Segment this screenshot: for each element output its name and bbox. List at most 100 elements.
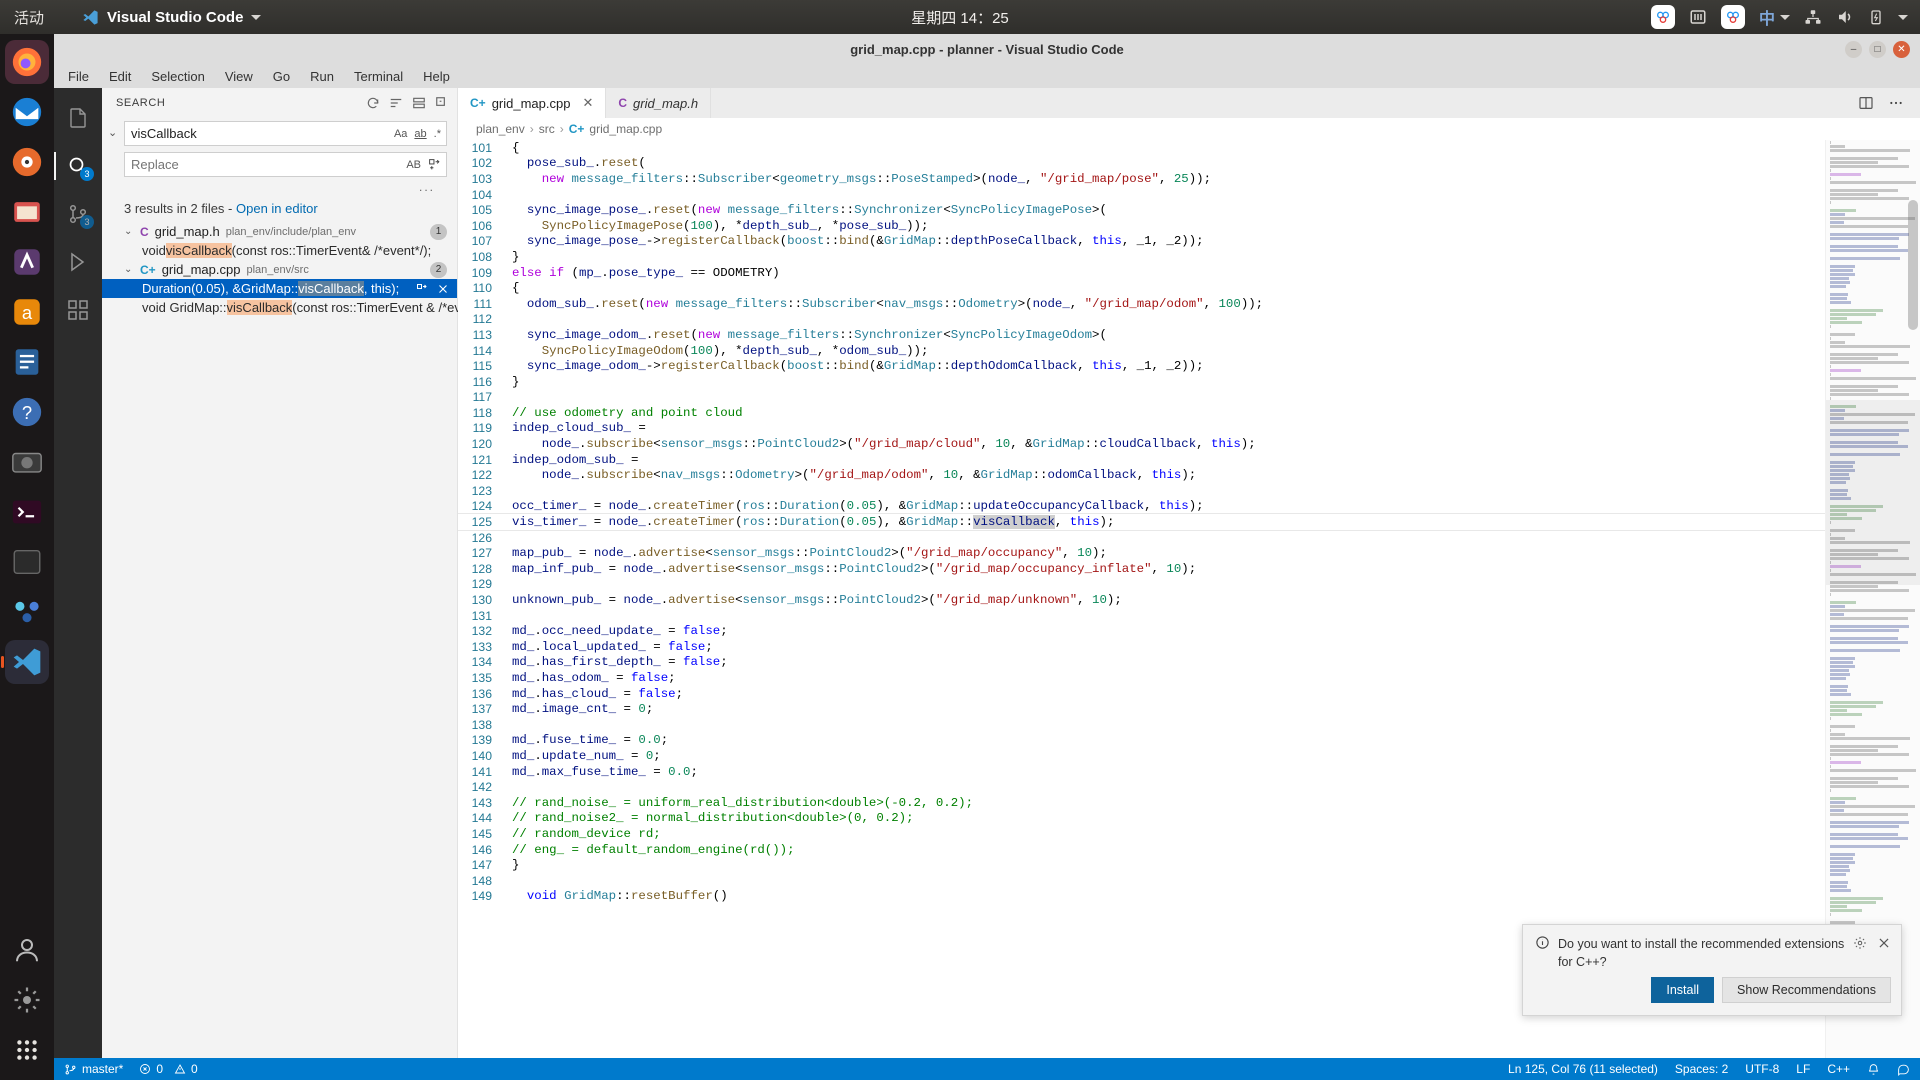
code-line[interactable]: 144 // rand_noise2_ = normal_distribution… — [458, 811, 1825, 827]
app-indicator-icon[interactable] — [1650, 5, 1675, 29]
bell-icon[interactable] — [1867, 1063, 1880, 1076]
code-line[interactable]: 123 — [458, 483, 1825, 499]
show-recommendations-button[interactable]: Show Recommendations — [1722, 977, 1891, 1003]
code-line[interactable]: 111 odom_sub_.reset(new message_filters:… — [458, 296, 1825, 312]
maximize-button[interactable]: □ — [1869, 40, 1886, 58]
activity-source-control[interactable]: 3 — [54, 190, 102, 238]
menu-go[interactable]: Go — [273, 69, 290, 84]
code-line[interactable]: 114 SyncPolicyImageOdom(100), *depth_sub… — [458, 343, 1825, 359]
dock-item-terminal[interactable] — [5, 490, 49, 534]
volume-icon[interactable] — [1836, 8, 1854, 26]
collapse-all-icon[interactable] — [435, 96, 449, 110]
dismiss-icon[interactable] — [437, 283, 449, 295]
tab-grid-map-cpp[interactable]: C+ grid_map.cpp ✕ — [458, 88, 607, 118]
code-line[interactable]: 125 vis_timer_ = node_.createTimer(ros::D… — [458, 513, 1825, 531]
code-line[interactable]: 106 SyncPolicyImagePose(100), *depth_sub… — [458, 218, 1825, 234]
preserve-case-icon[interactable]: AB — [406, 159, 421, 171]
status-branch[interactable]: master* — [64, 1062, 123, 1076]
code-line[interactable]: 119 indep_cloud_sub_ = — [458, 421, 1825, 437]
code-line[interactable]: 115 sync_image_odom_->registerCallback(b… — [458, 358, 1825, 374]
replace-input[interactable] — [125, 157, 407, 172]
chevron-down-icon[interactable]: ⌄ — [124, 226, 134, 237]
code-line[interactable]: 105 sync_image_pose_.reset(new message_f… — [458, 202, 1825, 218]
menu-view[interactable]: View — [225, 69, 253, 84]
code-line[interactable]: 109 else if (mp_.pose_type_ == ODOMETRY) — [458, 265, 1825, 281]
activities-button[interactable]: 活动 — [14, 7, 44, 28]
code-line[interactable]: 117 — [458, 390, 1825, 406]
dock-item-file-manager-dark[interactable] — [5, 540, 49, 584]
chevron-down-icon[interactable]: ⌄ — [108, 126, 117, 139]
code-line[interactable]: 149 void GridMap::resetBuffer() — [458, 889, 1825, 905]
dock-item-libreoffice-writer[interactable] — [5, 340, 49, 384]
code-line[interactable]: 147} — [458, 857, 1825, 873]
clear-icon[interactable] — [389, 96, 403, 110]
use-regex-icon[interactable]: .* — [434, 128, 441, 140]
activity-extensions[interactable] — [54, 286, 102, 334]
menu-run[interactable]: Run — [310, 69, 334, 84]
code-line[interactable]: 146 // eng_ = default_random_engine(rd())… — [458, 842, 1825, 858]
code-line[interactable]: 132 md_.occ_need_update_ = false; — [458, 623, 1825, 639]
dock-item-files[interactable] — [5, 190, 49, 234]
code-line[interactable]: 127 map_pub_ = node_.advertise<sensor_msg… — [458, 545, 1825, 561]
code-line[interactable]: 142 — [458, 779, 1825, 795]
tab-close-icon[interactable]: ✕ — [582, 95, 593, 111]
view-as-tree-icon[interactable] — [412, 96, 426, 110]
keyboard-layout-icon[interactable] — [1689, 8, 1707, 26]
menu-selection[interactable]: Selection — [151, 69, 204, 84]
replace-icon[interactable] — [416, 283, 428, 295]
code-line[interactable]: 124 occ_timer_ = node_.createTimer(ros::D… — [458, 499, 1825, 515]
tab-grid-map-h[interactable]: C grid_map.h — [606, 88, 712, 118]
feedback-icon[interactable] — [1897, 1063, 1910, 1076]
code-line[interactable]: 103 new message_filters::Subscriber<geom… — [458, 171, 1825, 187]
code-line[interactable]: 121 indep_odom_sub_ = — [458, 452, 1825, 468]
dock-item-show-applications[interactable] — [5, 1028, 49, 1072]
code-line[interactable]: 145 // random_device rd; — [458, 826, 1825, 842]
breadcrumb-item-src[interactable]: src — [539, 122, 555, 136]
editor-scrollbar-thumb[interactable] — [1908, 200, 1918, 330]
install-button[interactable]: Install — [1651, 977, 1715, 1003]
match-case-icon[interactable]: Aa — [394, 128, 407, 140]
replace-all-icon[interactable] — [428, 158, 441, 171]
close-button[interactable]: ✕ — [1893, 40, 1910, 58]
activity-run-debug[interactable] — [54, 238, 102, 286]
dock-item-rhythmbox[interactable] — [5, 140, 49, 184]
dock-item-help[interactable]: ? — [5, 390, 49, 434]
activity-explorer[interactable] — [54, 94, 102, 142]
menu-edit[interactable]: Edit — [109, 69, 131, 84]
code-line[interactable]: 102 pose_sub_.reset( — [458, 156, 1825, 172]
status-indentation[interactable]: Spaces: 2 — [1675, 1062, 1728, 1076]
status-problems[interactable]: 0 0 — [139, 1062, 198, 1076]
refresh-icon[interactable] — [366, 96, 380, 110]
result-match[interactable]: void visCallback (const ros::TimerEvent& … — [102, 241, 457, 260]
dock-item-screenshot[interactable] — [5, 440, 49, 484]
dock-item-thunderbird[interactable] — [5, 90, 49, 134]
code-lines-container[interactable]: 101{102 pose_sub_.reset(103 new message_… — [458, 140, 1825, 1058]
activity-search[interactable]: 3 — [54, 142, 102, 190]
split-editor-icon[interactable] — [1858, 95, 1874, 111]
more-actions-icon[interactable] — [1888, 95, 1904, 111]
network-icon[interactable] — [1804, 8, 1822, 26]
minimize-button[interactable]: – — [1845, 40, 1862, 58]
code-line[interactable]: 118 // use odometry and point cloud — [458, 405, 1825, 421]
status-eol[interactable]: LF — [1796, 1062, 1810, 1076]
editor-scrollbar[interactable] — [1906, 140, 1920, 1058]
code-line[interactable]: 101 { — [458, 140, 1825, 156]
match-whole-word-icon[interactable]: ab — [414, 128, 426, 140]
code-line[interactable]: 134 md_.has_first_depth_ = false; — [458, 655, 1825, 671]
code-line[interactable]: 122 node_.subscribe<nav_msgs::Odometry>(… — [458, 467, 1825, 483]
code-line[interactable]: 128 map_inf_pub_ = node_.advertise<sensor… — [458, 561, 1825, 577]
code-line[interactable]: 126 — [458, 530, 1825, 546]
code-line[interactable]: 130 unknown_pub_ = node_.advertise<sensor… — [458, 592, 1825, 608]
result-match[interactable]: void GridMap:: visCallback (const ros::Tim… — [102, 298, 492, 317]
chevron-down-icon[interactable] — [1898, 14, 1908, 20]
code-line[interactable]: 141 md_.max_fuse_time_ = 0.0; — [458, 764, 1825, 780]
search-input[interactable] — [125, 126, 394, 141]
code-line[interactable]: 136 md_.has_cloud_ = false; — [458, 686, 1825, 702]
dock-item-settings[interactable] — [5, 978, 49, 1022]
input-method-indicator[interactable]: 中 — [1759, 5, 1790, 29]
breadcrumb-item-file[interactable]: grid_map.cpp — [589, 122, 662, 136]
code-line[interactable]: 113 sync_image_odom_.reset(new message_f… — [458, 327, 1825, 343]
result-file-grid-map-cpp[interactable]: ⌄ C+ grid_map.cpp plan_env/src 2 — [102, 260, 457, 279]
code-line[interactable]: 112 — [458, 312, 1825, 328]
code-line[interactable]: 129 — [458, 577, 1825, 593]
